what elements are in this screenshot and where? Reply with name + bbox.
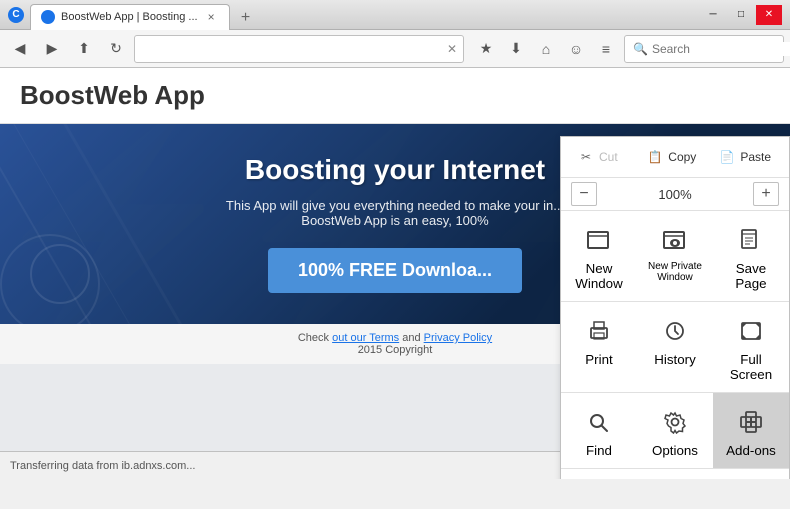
save-page-label: Save Page <box>721 261 781 291</box>
developer-menu-item[interactable]: 🔧 Developer <box>561 469 789 479</box>
cut-label: Cut <box>599 150 618 164</box>
forward-button[interactable]: ▶ <box>38 35 66 63</box>
active-tab[interactable]: BoostWeb App | Boosting ... × <box>30 4 230 30</box>
page-content: BoostWeb App Boosting your Internet <box>0 68 790 479</box>
menu-icons-row-3: Find Options Add-ons <box>561 393 789 469</box>
home-icon: ⌂ <box>542 41 550 57</box>
window-controls: ─ □ ✕ <box>700 5 782 25</box>
browser-window: C BoostWeb App | Boosting ... × + ─ □ ✕ <box>0 0 790 509</box>
cut-button[interactable]: ✂ Cut <box>571 145 632 169</box>
zoom-out-button[interactable]: − <box>571 182 597 206</box>
new-tab-button[interactable]: + <box>234 6 258 30</box>
upload-icon: ⬆ <box>78 40 90 57</box>
new-window-menu-item[interactable]: New Window <box>561 211 637 301</box>
menu-edit-row: ✂ Cut 📋 Copy 📄 Paste <box>561 137 789 178</box>
menu-zoom-row: − 100% + <box>561 178 789 211</box>
tab-title: BoostWeb App | Boosting ... <box>61 11 198 23</box>
url-bar-container: ✕ <box>134 35 464 63</box>
tab-bar: BoostWeb App | Boosting ... × + <box>30 0 258 30</box>
search-bar-container: 🔍 <box>624 35 784 63</box>
paste-button[interactable]: 📄 Paste <box>712 145 779 169</box>
site-logo: BoostWeb App <box>20 80 770 111</box>
site-header: BoostWeb App <box>0 68 790 124</box>
search-input[interactable] <box>652 42 790 56</box>
back-icon: ◀ <box>15 40 26 57</box>
footer-check-text: Check <box>298 332 332 344</box>
options-menu-item[interactable]: Options <box>637 393 713 468</box>
bookmark-star-button[interactable]: ★ <box>472 35 500 63</box>
avatar-button[interactable]: ☺ <box>562 35 590 63</box>
navigation-bar: ◀ ▶ ⬆ ↻ ✕ ★ ⬇ <box>0 30 790 68</box>
full-screen-label: Full Screen <box>721 352 781 382</box>
save-page-menu-item[interactable]: Save Page <box>713 211 789 301</box>
footer-terms-link[interactable]: out our Terms <box>332 332 399 344</box>
footer-privacy-link[interactable]: Privacy Policy <box>424 332 492 344</box>
upload-button[interactable]: ⬆ <box>70 35 98 63</box>
add-ons-icon <box>736 407 766 437</box>
url-input[interactable] <box>141 42 443 56</box>
minimize-button[interactable]: ─ <box>700 5 726 25</box>
copy-button[interactable]: 📋 Copy <box>640 145 704 169</box>
menu-icons-row-2: Print History Full Screen <box>561 302 789 393</box>
home-button[interactable]: ⌂ <box>532 35 560 63</box>
zoom-in-button[interactable]: + <box>753 182 779 206</box>
browser-logo-icon: C <box>8 7 24 23</box>
menu-icon: ≡ <box>602 41 610 57</box>
developer-icon: 🔧 <box>575 478 593 479</box>
zoom-value: 100% <box>603 187 747 202</box>
title-bar-left: C BoostWeb App | Boosting ... × + <box>8 0 258 30</box>
full-screen-icon <box>736 316 766 346</box>
history-label: History <box>654 352 695 367</box>
new-private-window-menu-item[interactable]: New Private Window <box>637 211 713 301</box>
new-private-window-label: New Private Window <box>645 261 705 283</box>
bookmark-star-icon: ★ <box>480 40 493 57</box>
paste-label: Paste <box>740 150 771 164</box>
full-screen-menu-item[interactable]: Full Screen <box>713 302 789 392</box>
tab-favicon <box>41 10 55 24</box>
find-icon <box>584 407 614 437</box>
download-icon: ⬇ <box>510 40 522 57</box>
history-menu-item[interactable]: History <box>637 302 713 392</box>
refresh-icon: ↻ <box>110 40 122 57</box>
options-label: Options <box>652 443 698 458</box>
avatar-icon: ☺ <box>569 41 583 57</box>
footer-and-text: and <box>402 332 423 344</box>
history-icon <box>660 316 690 346</box>
add-ons-label: Add-ons <box>726 443 776 458</box>
browser-frame: C BoostWeb App | Boosting ... × + ─ □ ✕ <box>0 0 790 509</box>
download-button-hero[interactable]: 100% FREE Downloa... <box>268 248 522 293</box>
browser-menu-dropdown: ✂ Cut 📋 Copy 📄 Paste − 100% <box>560 136 790 479</box>
tab-close-button[interactable]: × <box>204 8 219 26</box>
new-private-window-icon <box>660 225 690 255</box>
maximize-button[interactable]: □ <box>728 5 754 25</box>
print-label: Print <box>585 352 612 367</box>
save-page-icon <box>736 225 766 255</box>
menu-icons-row-1: New Window New Private Window Save Page <box>561 211 789 302</box>
menu-button[interactable]: ≡ <box>592 35 620 63</box>
print-icon <box>584 316 614 346</box>
url-clear-button[interactable]: ✕ <box>447 42 457 56</box>
new-window-label: New Window <box>569 261 629 291</box>
print-menu-item[interactable]: Print <box>561 302 637 392</box>
refresh-button[interactable]: ↻ <box>102 35 130 63</box>
status-text: Transferring data from ib.adnxs.com... <box>10 460 195 472</box>
nav-action-icons: ★ ⬇ ⌂ ☺ ≡ <box>472 35 620 63</box>
find-label: Find <box>586 443 612 458</box>
add-ons-menu-item[interactable]: Add-ons <box>713 393 789 468</box>
title-bar: C BoostWeb App | Boosting ... × + ─ □ ✕ <box>0 0 790 30</box>
copy-label: Copy <box>668 150 696 164</box>
back-button[interactable]: ◀ <box>6 35 34 63</box>
download-button[interactable]: ⬇ <box>502 35 530 63</box>
forward-icon: ▶ <box>47 40 58 57</box>
copy-icon: 📋 <box>648 150 662 164</box>
cut-icon: ✂ <box>579 150 593 164</box>
search-icon: 🔍 <box>633 42 648 56</box>
footer-copyright: 2015 Copyright <box>358 344 433 356</box>
options-icon <box>660 407 690 437</box>
find-menu-item[interactable]: Find <box>561 393 637 468</box>
paste-icon: 📄 <box>720 150 734 164</box>
close-button[interactable]: ✕ <box>756 5 782 25</box>
new-window-icon <box>584 225 614 255</box>
